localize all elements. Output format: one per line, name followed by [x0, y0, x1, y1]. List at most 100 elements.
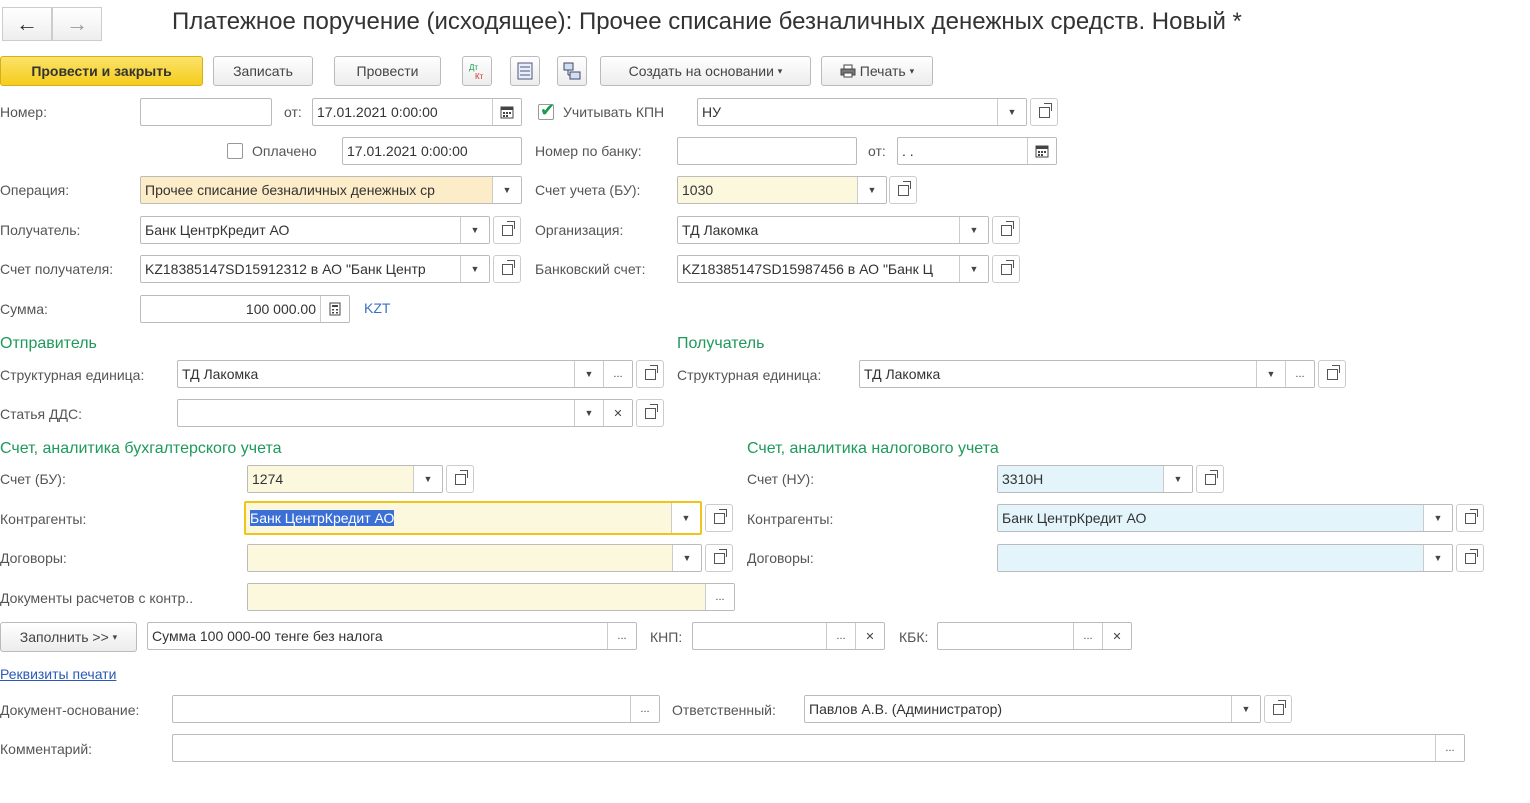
knp-input[interactable]: ... ✕ — [692, 622, 885, 650]
ellipsis-button[interactable]: ... — [603, 361, 632, 387]
paid-date-value: 17.01.2021 0:00:00 — [347, 143, 468, 159]
recipient-label: Получатель: — [0, 222, 81, 238]
sender-unit-select[interactable]: ТД Лакомка ▼ ... — [177, 360, 633, 388]
date-input[interactable]: 17.01.2021 0:00:00 — [312, 98, 522, 126]
sum-input[interactable]: 100 000.00 — [140, 295, 350, 323]
dropdown-icon[interactable]: ▼ — [574, 400, 603, 426]
operation-select[interactable]: Прочее списание безналичных денежных ср … — [140, 176, 522, 204]
nu-account-select[interactable]: 3310Н ▼ — [997, 465, 1193, 493]
bank-date-input[interactable]: . . — [897, 137, 1057, 165]
dropdown-icon[interactable]: ▼ — [460, 217, 489, 243]
bu-section-title: Счет, аналитика бухгалтерского учета — [0, 440, 282, 457]
print-details-link[interactable]: Реквизиты печати — [0, 666, 116, 682]
dropdown-icon[interactable]: ▼ — [1163, 466, 1192, 492]
organization-select[interactable]: ТД Лакомка ▼ — [677, 216, 989, 244]
calendar-icon[interactable] — [492, 99, 521, 125]
dropdown-icon[interactable]: ▼ — [413, 466, 442, 492]
comment-input[interactable]: ... — [172, 734, 1465, 762]
date-from-label: от: — [284, 104, 302, 120]
knp-label: КНП: — [650, 629, 683, 645]
nu-contractors-value: Банк ЦентрКредит АО — [998, 505, 1423, 531]
open-icon[interactable] — [1264, 695, 1292, 723]
bu-docs-input[interactable]: ... — [247, 583, 735, 611]
open-icon[interactable] — [992, 216, 1020, 244]
basis-input[interactable]: ... — [172, 695, 660, 723]
dropdown-icon[interactable]: ▼ — [671, 503, 700, 533]
calendar-icon[interactable] — [1027, 138, 1056, 164]
post-button[interactable]: Провести — [334, 56, 441, 86]
number-input[interactable] — [140, 98, 272, 126]
bank-account-select[interactable]: KZ18385147SD15987456 в АО "Банк Ц ▼ — [677, 255, 989, 283]
recipient-account-select[interactable]: KZ18385147SD15912312 в АО "Банк Центр ▼ — [140, 255, 490, 283]
receiver-unit-select[interactable]: ТД Лакомка ▼ ... — [859, 360, 1315, 388]
print-button[interactable]: Печать ▾ — [821, 56, 933, 86]
bank-number-input[interactable] — [677, 137, 857, 165]
dropdown-icon[interactable]: ▼ — [857, 177, 886, 203]
report-icon[interactable] — [510, 56, 540, 86]
open-icon[interactable] — [1196, 465, 1224, 493]
purpose-input[interactable]: Сумма 100 000-00 тенге без налога ... — [147, 622, 637, 650]
ellipsis-button[interactable]: ... — [826, 623, 855, 649]
dropdown-icon[interactable]: ▼ — [1423, 545, 1452, 571]
save-button[interactable]: Записать — [213, 56, 313, 86]
ellipsis-button[interactable]: ... — [705, 584, 734, 610]
open-icon[interactable] — [636, 399, 664, 427]
kbk-input[interactable]: ... ✕ — [937, 622, 1132, 650]
paid-date-input[interactable]: 17.01.2021 0:00:00 — [342, 137, 522, 165]
dt-kt-icon[interactable]: Дт Кт — [462, 56, 492, 86]
bu-contractors-select[interactable]: Банк ЦентрКредит АО ▼ — [244, 501, 702, 535]
open-icon[interactable] — [705, 544, 733, 572]
dropdown-icon[interactable]: ▼ — [492, 177, 521, 203]
forward-button[interactable]: → — [52, 7, 102, 41]
kpn-checkbox[interactable] — [538, 100, 555, 121]
open-icon[interactable] — [446, 465, 474, 493]
clear-icon[interactable]: ✕ — [603, 400, 632, 426]
paid-checkbox[interactable] — [227, 143, 243, 159]
open-icon[interactable] — [493, 216, 521, 244]
dropdown-icon[interactable]: ▼ — [1231, 696, 1260, 722]
kbk-value — [938, 623, 1073, 649]
dropdown-icon[interactable]: ▼ — [672, 545, 701, 571]
dropdown-icon[interactable]: ▼ — [1423, 505, 1452, 531]
nu-contracts-select[interactable]: ▼ — [997, 544, 1453, 572]
calculator-icon[interactable] — [320, 296, 349, 322]
dropdown-icon[interactable]: ▼ — [1256, 361, 1285, 387]
ellipsis-button[interactable]: ... — [1435, 735, 1464, 761]
structure-icon[interactable] — [557, 56, 587, 86]
dropdown-icon[interactable]: ▼ — [460, 256, 489, 282]
open-icon[interactable] — [1030, 98, 1058, 126]
clear-icon[interactable]: ✕ — [855, 623, 884, 649]
ellipsis-button[interactable]: ... — [1073, 623, 1102, 649]
dds-select[interactable]: ▼ ✕ — [177, 399, 633, 427]
back-button[interactable]: ← — [2, 7, 52, 41]
open-icon[interactable] — [1318, 360, 1346, 388]
bank-number-label: Номер по банку: — [535, 143, 642, 159]
post-and-close-button[interactable]: Провести и закрыть — [0, 56, 203, 86]
clear-icon[interactable]: ✕ — [1102, 623, 1131, 649]
dropdown-icon[interactable]: ▼ — [574, 361, 603, 387]
nu-contractors-select[interactable]: Банк ЦентрКредит АО ▼ — [997, 504, 1453, 532]
recipient-select[interactable]: Банк ЦентрКредит АО ▼ — [140, 216, 490, 244]
ellipsis-button[interactable]: ... — [630, 696, 659, 722]
responsible-select[interactable]: Павлов А.В. (Администратор) ▼ — [804, 695, 1261, 723]
open-icon[interactable] — [493, 255, 521, 283]
create-based-on-button[interactable]: Создать на основании ▾ — [600, 56, 811, 86]
ellipsis-button[interactable]: ... — [607, 623, 636, 649]
kpn-select[interactable]: НУ ▼ — [697, 98, 1027, 126]
open-icon[interactable] — [1456, 504, 1484, 532]
bu-contracts-select[interactable]: ▼ — [247, 544, 702, 572]
open-icon[interactable] — [889, 176, 917, 204]
open-icon[interactable] — [992, 255, 1020, 283]
dropdown-icon[interactable]: ▼ — [997, 99, 1026, 125]
account-bu-select[interactable]: 1030 ▼ — [677, 176, 887, 204]
ellipsis-button[interactable]: ... — [1285, 361, 1314, 387]
bu-account-select[interactable]: 1274 ▼ — [247, 465, 443, 493]
open-icon[interactable] — [636, 360, 664, 388]
dropdown-icon[interactable]: ▼ — [959, 217, 988, 243]
fill-button[interactable]: Заполнить >> ▾ — [0, 622, 137, 652]
bu-contractors-label: Контрагенты: — [0, 511, 87, 527]
open-icon[interactable] — [1456, 544, 1484, 572]
open-icon[interactable] — [705, 504, 733, 532]
account-bu-label: Счет учета (БУ): — [535, 182, 641, 198]
dropdown-icon[interactable]: ▼ — [959, 256, 988, 282]
